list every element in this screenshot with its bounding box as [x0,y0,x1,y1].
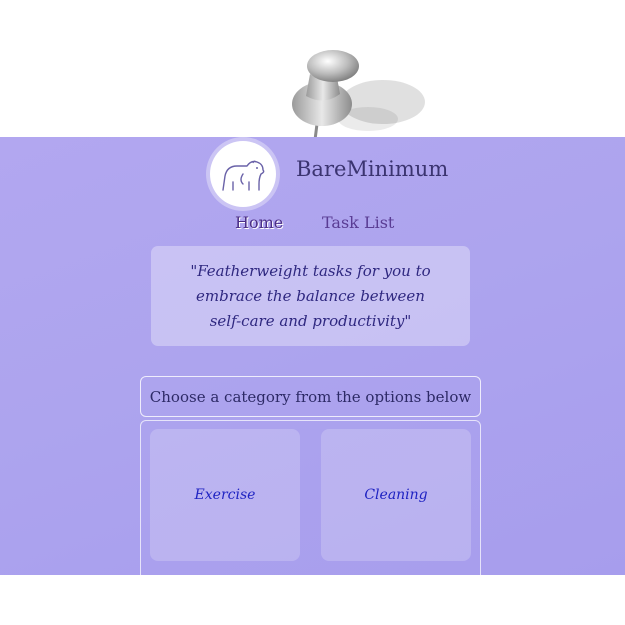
app-title: BareMinimum [296,157,449,181]
category-cleaning-card[interactable]: Cleaning [321,429,471,561]
main-panel: BareMinimum Home Task List "Featherweigh… [0,137,625,575]
logo[interactable] [210,141,276,207]
category-exercise-label: Exercise [194,487,256,503]
quote-card: "Featherweight tasks for you to embrace … [151,246,470,346]
polar-bear-icon [222,160,265,191]
category-options: Exercise Cleaning [140,420,481,575]
category-cleaning-label: Cleaning [364,487,428,503]
nav-task-list-link[interactable]: Task List [322,213,394,232]
quote-text: "Featherweight tasks for you to embrace … [190,261,431,330]
main-nav: Home Task List [0,213,625,239]
category-prompt: Choose a category from the options below [140,376,481,417]
nav-home-link[interactable]: Home [235,213,283,232]
category-exercise-card[interactable]: Exercise [150,429,300,561]
